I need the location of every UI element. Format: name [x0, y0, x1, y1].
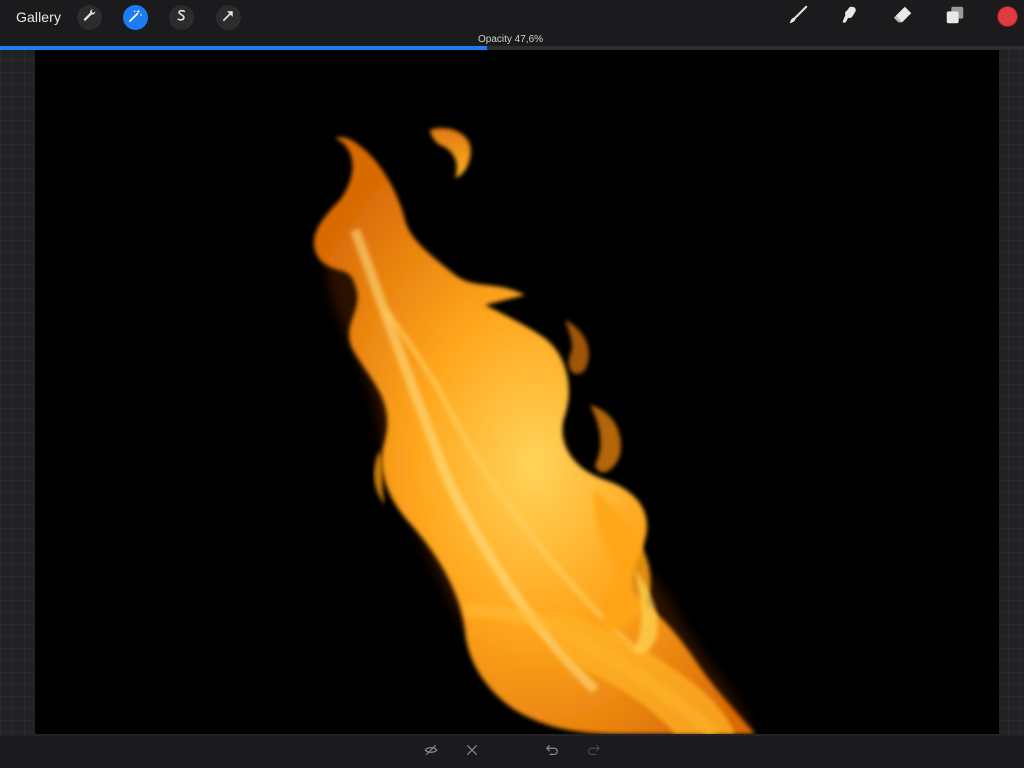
redo-icon	[587, 743, 601, 762]
transform-button[interactable]	[216, 5, 241, 30]
smudge-icon	[839, 4, 861, 31]
undo-icon	[545, 743, 559, 762]
eraser-button[interactable]	[890, 4, 916, 30]
wrench-icon	[82, 8, 97, 28]
hide-button[interactable]	[420, 741, 442, 763]
arrow-cursor-icon	[221, 8, 236, 28]
actions-button[interactable]	[77, 5, 102, 30]
eraser-icon	[892, 4, 914, 31]
selection-button[interactable]	[169, 5, 194, 30]
gallery-button[interactable]: Gallery	[16, 9, 61, 25]
flame-artwork	[313, 128, 755, 734]
bottom-toolbar	[0, 736, 1024, 768]
magic-wand-icon	[128, 8, 143, 28]
adjustments-button[interactable]	[123, 5, 148, 30]
brush-button[interactable]	[785, 4, 811, 30]
close-icon	[465, 743, 479, 762]
layers-button[interactable]	[942, 4, 968, 30]
opacity-label: Opacity 47,6%	[478, 34, 544, 45]
cancel-button[interactable]	[461, 741, 483, 763]
undo-button[interactable]	[541, 741, 563, 763]
smudge-button[interactable]	[837, 4, 863, 30]
color-swatch[interactable]	[997, 6, 1018, 27]
layers-icon	[944, 4, 966, 31]
redo-button[interactable]	[583, 741, 605, 763]
eye-slash-icon	[424, 743, 438, 762]
selection-s-icon	[174, 8, 189, 28]
drawing-canvas[interactable]	[35, 50, 999, 734]
brush-icon	[787, 4, 809, 31]
